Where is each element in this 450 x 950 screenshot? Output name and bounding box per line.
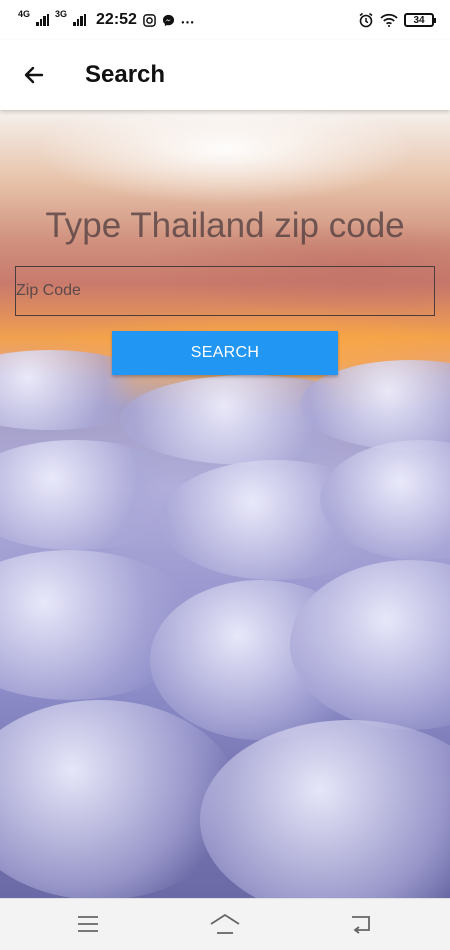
cloud-shape: [0, 700, 240, 898]
cloud-shape: [200, 720, 450, 898]
status-time: 22:52: [96, 11, 137, 28]
alarm-icon: [359, 12, 373, 28]
cloud-shape: [120, 375, 380, 465]
battery-level: 34: [413, 14, 425, 26]
status-left: 4G 3G 22:52: [18, 9, 194, 29]
battery-icon: 34: [404, 13, 436, 27]
app-bar: Search: [0, 40, 450, 110]
cloud-shape: [0, 550, 200, 700]
page-title: Search: [85, 61, 166, 88]
cloud-shape: [160, 460, 390, 580]
cloud-shape: [320, 440, 450, 560]
search-button[interactable]: SEARCH: [112, 331, 338, 375]
cloud-shape: [290, 560, 450, 730]
network-3g-label: 3G: [55, 9, 68, 19]
system-nav-bar: [0, 898, 450, 950]
back-button[interactable]: [14, 55, 54, 95]
nav-home-button[interactable]: [205, 909, 245, 939]
instagram-icon: [143, 13, 156, 27]
wifi-icon: [380, 13, 398, 27]
back-icon: [352, 916, 370, 934]
messenger-icon: [162, 14, 175, 26]
cloud-shape: [0, 440, 190, 550]
home-icon: [210, 914, 240, 934]
arrow-left-icon: [24, 66, 44, 84]
signal-icon: [36, 14, 50, 26]
search-screen-background: Type Thailand zip code SEARCH: [0, 110, 450, 898]
more-icon: [181, 20, 194, 24]
cloud-shape: [150, 580, 370, 740]
menu-icon: [78, 916, 98, 932]
zip-code-input[interactable]: [15, 266, 435, 316]
network-4g-label: 4G: [18, 9, 31, 19]
search-headline: Type Thailand zip code: [45, 206, 405, 245]
nav-menu-button[interactable]: [68, 909, 108, 939]
status-right: 34: [358, 12, 436, 28]
nav-back-button[interactable]: [342, 909, 382, 939]
signal-icon-secondary: [73, 14, 87, 26]
status-bar: 4G 3G 22:52 34: [0, 0, 450, 40]
